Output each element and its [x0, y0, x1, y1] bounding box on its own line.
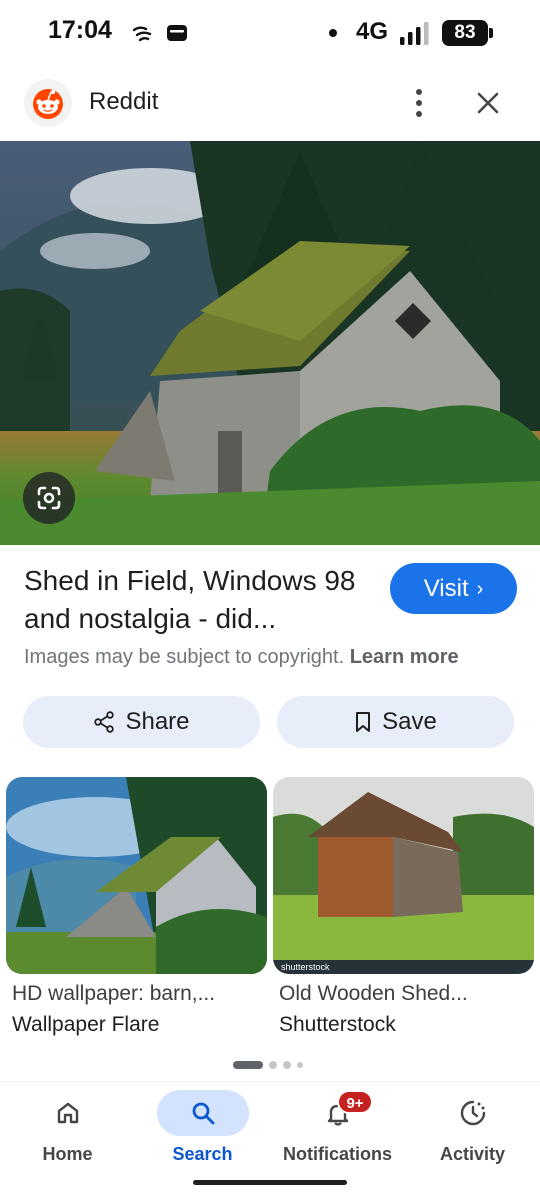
- related-source: Wallpaper Flare: [12, 1013, 160, 1036]
- pager-dot-active: [233, 1061, 263, 1069]
- share-icon: [94, 711, 115, 733]
- battery-icon: 83: [442, 20, 494, 46]
- pager-dot: [283, 1061, 291, 1069]
- nav-item-search[interactable]: Search: [135, 1082, 270, 1182]
- chevron-right-icon: ›: [476, 577, 484, 600]
- home-icon: [57, 1102, 78, 1124]
- activity-icon: [460, 1100, 485, 1126]
- source-header: Reddit: [0, 66, 540, 140]
- barn-painting-image: [6, 777, 267, 974]
- lens-icon: [37, 486, 61, 510]
- close-icon: [477, 92, 499, 114]
- related-title: HD wallpaper: barn,...: [12, 982, 216, 1005]
- shutterstock-watermark: shutterstock: [281, 962, 330, 972]
- home-indicator[interactable]: [193, 1180, 347, 1185]
- nav-label: Home: [42, 1144, 93, 1164]
- battery-level: 83: [442, 20, 488, 46]
- main-result-image[interactable]: [0, 141, 540, 545]
- carousel-pager: [233, 1061, 313, 1069]
- site-name: Reddit: [89, 88, 159, 115]
- visit-button[interactable]: Visit ›: [390, 563, 517, 614]
- close-button[interactable]: [470, 85, 506, 121]
- save-label: Save: [382, 708, 437, 735]
- nav-item-activity[interactable]: Activity: [405, 1082, 540, 1182]
- learn-more-link[interactable]: Learn more: [350, 646, 459, 668]
- network-type: 4G: [356, 18, 389, 45]
- share-label: Share: [125, 708, 190, 735]
- wallet-icon: [167, 25, 187, 41]
- wind-icon: [132, 26, 152, 42]
- copyright-notice: Images may be subject to copyright. Lear…: [24, 646, 459, 669]
- related-thumbnail: shutterstock: [273, 777, 534, 974]
- pager-dot: [297, 1062, 303, 1068]
- notification-dot: [329, 29, 337, 37]
- share-button[interactable]: Share: [23, 696, 260, 748]
- google-lens-button[interactable]: [23, 472, 75, 524]
- visit-label: Visit: [423, 574, 469, 602]
- bookmark-icon: [356, 712, 371, 732]
- reddit-logo: [24, 79, 72, 127]
- nav-label: Activity: [439, 1144, 506, 1164]
- nav-label: Notifications: [282, 1144, 392, 1164]
- copyright-text: Images may be subject to copyright.: [24, 646, 345, 668]
- shed-in-field-image: [0, 141, 540, 545]
- notification-badge: 9+: [337, 1090, 373, 1114]
- signal-icon: [400, 22, 429, 45]
- status-bar: 17:04 4G 83: [0, 0, 540, 66]
- more-options-button[interactable]: [404, 84, 434, 122]
- result-title[interactable]: Shed in Field, Windows 98 and nostalgia …: [24, 562, 364, 638]
- save-button[interactable]: Save: [277, 696, 514, 748]
- related-source: Shutterstock: [279, 1013, 396, 1036]
- more-vert-icon: [416, 89, 422, 117]
- search-icon: [192, 1102, 214, 1125]
- wooden-shed-image: shutterstock: [273, 777, 534, 974]
- pager-dot: [269, 1061, 277, 1069]
- nav-item-home[interactable]: Home: [0, 1082, 135, 1182]
- status-time: 17:04: [48, 16, 112, 44]
- nav-label: Search: [172, 1144, 233, 1164]
- related-thumbnail: [6, 777, 267, 974]
- related-title: Old Wooden Shed...: [279, 982, 468, 1005]
